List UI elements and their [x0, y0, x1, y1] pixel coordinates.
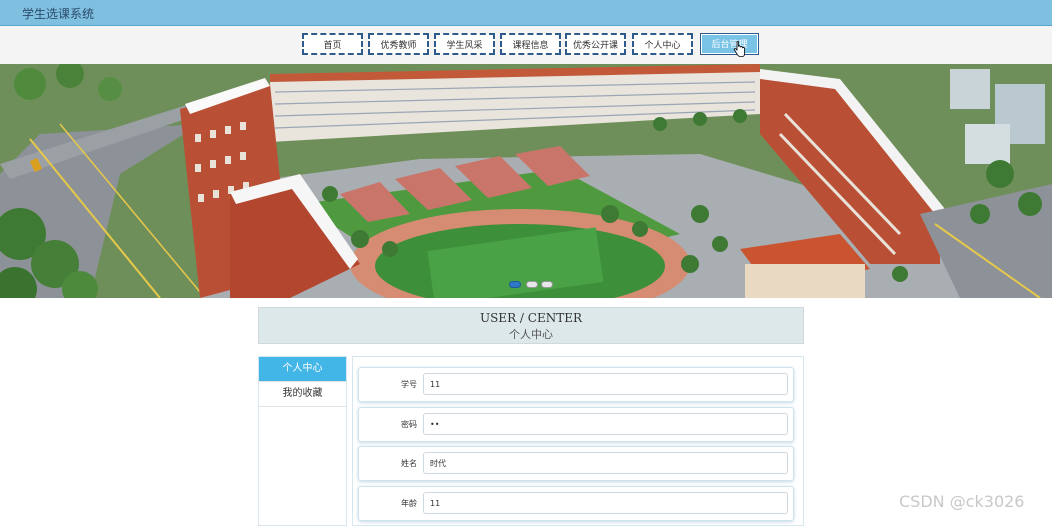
user-center-header: USER / CENTER 个人中心 — [258, 307, 804, 344]
age-row: 年龄 11 — [358, 486, 794, 521]
profile-form: 学号 11 密码 •• 姓名 时代 年龄 11 — [352, 356, 804, 526]
nav-item-students[interactable]: 学生风采 — [434, 33, 495, 55]
nav-item-teachers[interactable]: 优秀教师 — [368, 33, 429, 55]
carousel-dot-1[interactable] — [509, 281, 521, 288]
side-item-personal-center[interactable]: 个人中心 — [259, 357, 346, 382]
name-input[interactable]: 时代 — [423, 452, 788, 474]
hand-cursor-icon — [733, 41, 745, 57]
nav-item-courses[interactable]: 课程信息 — [500, 33, 561, 55]
watermark: CSDN @ck3026 — [899, 492, 1025, 511]
carousel-dot-3[interactable] — [541, 281, 553, 288]
student-id-row: 学号 11 — [358, 367, 794, 402]
side-menu: 个人中心 我的收藏 — [258, 356, 347, 526]
top-title-bar: 学生选课系统 — [0, 0, 1052, 26]
nav-item-open-courses[interactable]: 优秀公开课 — [565, 33, 626, 55]
password-input[interactable]: •• — [423, 413, 788, 435]
nav-item-admin[interactable]: 后台管理 — [700, 33, 759, 55]
password-row: 密码 •• — [358, 407, 794, 442]
age-label: 年龄 — [401, 499, 417, 508]
user-center-title-en: USER / CENTER — [479, 311, 583, 325]
password-label: 密码 — [401, 420, 417, 429]
name-row: 姓名 时代 — [358, 446, 794, 481]
carousel-dot-2[interactable] — [526, 281, 538, 288]
name-label: 姓名 — [401, 459, 417, 468]
age-input[interactable]: 11 — [423, 492, 788, 514]
nav-item-personal-center[interactable]: 个人中心 — [632, 33, 693, 55]
student-id-label: 学号 — [401, 380, 417, 389]
nav-item-home[interactable]: 首页 — [302, 33, 363, 55]
campus-illustration-icon — [0, 64, 1052, 298]
student-id-input[interactable]: 11 — [423, 373, 788, 395]
side-item-favorites[interactable]: 我的收藏 — [259, 382, 346, 407]
campus-banner — [0, 64, 1052, 298]
main-nav: 首页 优秀教师 学生风采 课程信息 优秀公开课 个人中心 后台管理 — [0, 26, 1052, 64]
app-title: 学生选课系统 — [22, 7, 95, 21]
user-center-title-cn: 个人中心 — [509, 328, 553, 341]
